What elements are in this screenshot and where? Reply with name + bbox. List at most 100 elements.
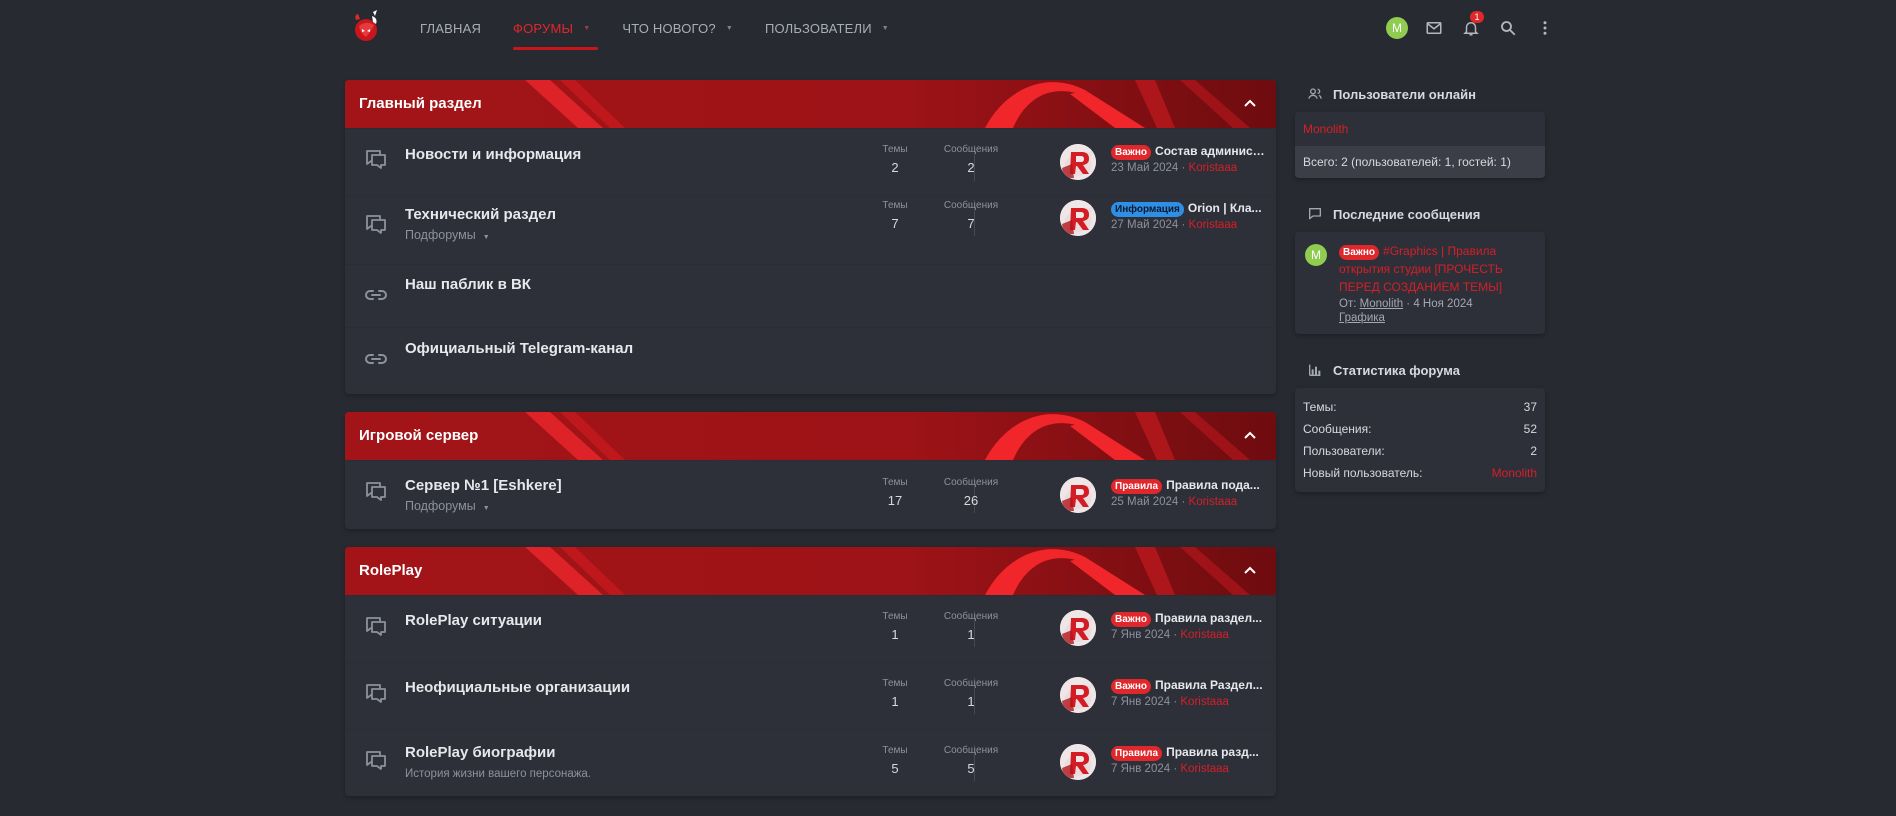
last-poster-avatar[interactable] bbox=[1060, 610, 1096, 646]
block-title: Статистика форума bbox=[1333, 362, 1460, 378]
last-poster-name[interactable]: Koristaaa bbox=[1189, 162, 1238, 174]
collapse-toggle-icon[interactable] bbox=[1242, 562, 1258, 578]
last-post-date: 7 Янв 2024 bbox=[1111, 763, 1171, 775]
category-title[interactable]: Игровой сервер bbox=[359, 427, 478, 444]
messages-count: 5 bbox=[967, 761, 975, 776]
last-poster-name[interactable]: Koristaaa bbox=[1180, 763, 1229, 775]
last-post-date: 7 Янв 2024 bbox=[1111, 696, 1171, 708]
last-thread-title[interactable]: ВажноСостав администрации bbox=[1111, 144, 1266, 160]
chevron-down-icon[interactable]: ▼ bbox=[583, 25, 590, 32]
latest-post-author[interactable]: Monolith bbox=[1360, 298, 1403, 310]
link-node: Официальный Telegram-канал bbox=[345, 327, 1276, 394]
chevron-down-icon[interactable]: ▼ bbox=[882, 25, 889, 32]
subforums-toggle[interactable]: Подфорумы ▼ bbox=[405, 228, 490, 242]
messages-stat: Сообщения 7 bbox=[941, 200, 1001, 231]
link-icon bbox=[365, 290, 387, 300]
last-thread-title[interactable]: Правила Правила пода... bbox=[1111, 478, 1266, 494]
newest-member-link[interactable]: Monolith bbox=[1492, 462, 1537, 484]
chevron-down-icon[interactable]: ▼ bbox=[483, 234, 490, 241]
nav-whats-new[interactable]: ЧТО НОВОГО? ▼ bbox=[606, 0, 749, 56]
threads-label: Темы bbox=[882, 678, 908, 689]
latest-post-forum-link[interactable]: Графика bbox=[1339, 312, 1537, 324]
stat-value: 52 bbox=[1523, 422, 1537, 436]
online-total: Всего: 2 (пользователей: 1, гостей: 1) bbox=[1295, 146, 1545, 178]
messages-label: Сообщения bbox=[943, 745, 999, 756]
search-icon[interactable] bbox=[1494, 14, 1522, 42]
category-title[interactable]: Главный раздел bbox=[359, 95, 482, 112]
more-vertical-icon[interactable] bbox=[1531, 14, 1559, 42]
chevron-down-icon[interactable]: ▼ bbox=[483, 505, 490, 512]
link-icon bbox=[365, 354, 387, 364]
last-thread-text: Правила раздел... bbox=[1155, 611, 1263, 625]
forum-icon bbox=[366, 150, 386, 169]
last-poster-avatar[interactable] bbox=[1060, 744, 1096, 780]
last-poster-name[interactable]: Koristaaa bbox=[1180, 696, 1229, 708]
link-title[interactable]: Наш паблик в ВК bbox=[405, 276, 531, 293]
avatar[interactable]: M bbox=[1305, 244, 1327, 266]
nav-members[interactable]: ПОЛЬЗОВАТЕЛИ ▼ bbox=[749, 0, 905, 56]
messages-count: 2 bbox=[967, 160, 975, 175]
category-main-section: Главный раздел Новости и информация Темы… bbox=[345, 80, 1276, 394]
forum-title[interactable]: RolePlay ситуации bbox=[405, 612, 542, 629]
block-body: M Важно #Graphics | Правила открытия студ… bbox=[1295, 232, 1545, 334]
messages-stat: Сообщения 26 bbox=[941, 477, 1001, 508]
forum-title[interactable]: Сервер №1 [Eshkere] bbox=[405, 477, 562, 494]
last-poster-name[interactable]: Koristaaa bbox=[1189, 496, 1238, 508]
forum-title[interactable]: RolePlay биографии bbox=[405, 744, 556, 761]
users-icon bbox=[1308, 88, 1322, 99]
category-title[interactable]: RolePlay bbox=[359, 562, 422, 579]
forum-title[interactable]: Неофициальные организации bbox=[405, 679, 630, 696]
sidebar: Пользователи онлайн Monolith Всего: 2 (п… bbox=[1295, 80, 1545, 514]
threads-label: Темы bbox=[882, 745, 908, 756]
collapse-toggle-icon[interactable] bbox=[1242, 427, 1258, 443]
stat-label: Сообщения: bbox=[1303, 422, 1372, 436]
latest-posts-block: Последние сообщения M Важно #Graphics | П… bbox=[1295, 200, 1545, 334]
nav-home[interactable]: ГЛАВНАЯ bbox=[404, 0, 497, 56]
last-thread-title[interactable]: Важно Правила Раздел... bbox=[1111, 678, 1266, 694]
link-title[interactable]: Официальный Telegram-канал bbox=[405, 340, 633, 357]
messages-label: Сообщения bbox=[943, 477, 999, 488]
messages-stat: Сообщения 2 bbox=[941, 144, 1001, 175]
block-title[interactable]: Пользователи онлайн bbox=[1333, 87, 1476, 102]
mail-icon[interactable] bbox=[1420, 14, 1448, 42]
last-post-meta: 23 Май 2024 · Koristaaa bbox=[1111, 162, 1238, 174]
forum-title[interactable]: Новости и информация bbox=[405, 146, 581, 163]
nav-forums-label: ФОРУМЫ bbox=[513, 20, 574, 36]
threads-stat: Темы 2 bbox=[865, 144, 925, 175]
last-poster-avatar[interactable] bbox=[1060, 200, 1096, 236]
last-poster-avatar[interactable] bbox=[1060, 477, 1096, 513]
forum-title[interactable]: Технический раздел bbox=[405, 206, 556, 223]
threads-stat: Темы 5 bbox=[865, 745, 925, 776]
last-poster-avatar[interactable] bbox=[1060, 144, 1096, 180]
last-poster-avatar[interactable] bbox=[1060, 677, 1096, 713]
latest-post-meta: От: Monolith · 4 Ноя 2024 bbox=[1339, 298, 1473, 310]
account-avatar[interactable]: M bbox=[1383, 14, 1411, 42]
collapse-toggle-icon[interactable] bbox=[1242, 95, 1258, 111]
chevron-down-icon[interactable]: ▼ bbox=[726, 25, 733, 32]
from-label: От: bbox=[1339, 298, 1357, 310]
last-thread-title[interactable]: Правила Правила разд... bbox=[1111, 745, 1266, 761]
last-thread-title[interactable]: Информация Orion | Кла... bbox=[1111, 201, 1266, 217]
last-thread-title[interactable]: Важно Правила раздел... bbox=[1111, 611, 1266, 627]
prefix-badge: Важно bbox=[1339, 245, 1380, 260]
online-user-link[interactable]: Monolith bbox=[1295, 112, 1545, 146]
messages-count: 1 bbox=[967, 694, 975, 709]
nav-forums[interactable]: ФОРУМЫ ▼ bbox=[497, 0, 606, 56]
last-poster-name[interactable]: Koristaaa bbox=[1180, 629, 1229, 641]
last-poster-name[interactable]: Koristaaa bbox=[1189, 219, 1238, 231]
block-body: Monolith Всего: 2 (пользователей: 1, гос… bbox=[1295, 112, 1545, 178]
subforums-toggle[interactable]: Подфорумы ▼ bbox=[405, 499, 490, 513]
category-header: RolePlay bbox=[345, 547, 1276, 595]
prefix-badge: Правила bbox=[1111, 479, 1163, 494]
messages-label: Сообщения bbox=[943, 200, 999, 211]
threads-count: 1 bbox=[891, 627, 899, 642]
logo-icon[interactable] bbox=[351, 10, 381, 44]
forum-node: Технический раздел Подфорумы ▼ Темы 7 Сооб… bbox=[345, 195, 1276, 264]
avatar: M bbox=[1386, 17, 1408, 39]
threads-count: 1 bbox=[891, 694, 899, 709]
threads-label: Темы bbox=[882, 477, 908, 488]
latest-post-title[interactable]: Важно #Graphics | Правила открытия студии… bbox=[1339, 242, 1537, 296]
bell-icon[interactable]: 1 bbox=[1457, 11, 1485, 42]
threads-label: Темы bbox=[882, 611, 908, 622]
stat-label: Пользователи: bbox=[1303, 444, 1385, 458]
